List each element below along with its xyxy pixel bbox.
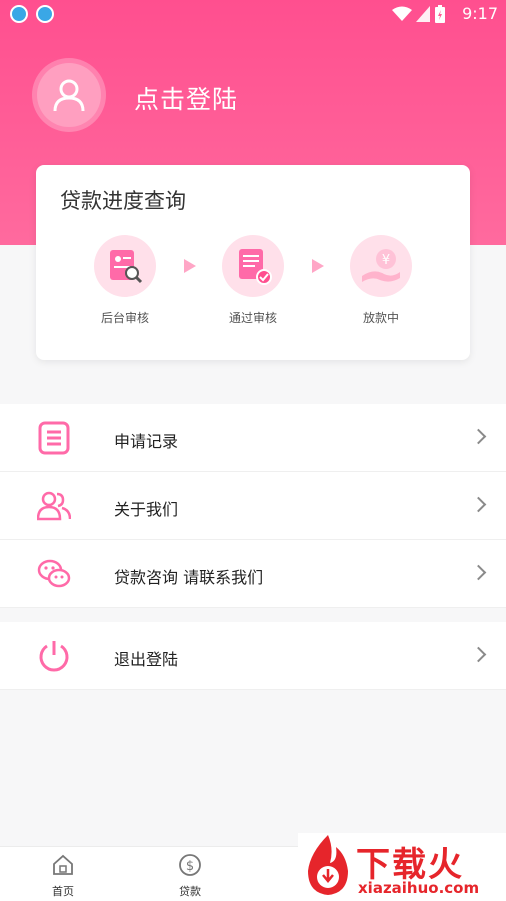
- arrow-icon: [184, 259, 196, 273]
- notification-app-icon: [36, 5, 54, 23]
- menu-item-label: 申请记录: [114, 432, 179, 451]
- wifi-icon: [392, 6, 412, 21]
- svg-text:$: $: [186, 859, 194, 874]
- step-approved: 通过审核: [208, 235, 298, 326]
- chevron-right-icon: [470, 646, 487, 663]
- yuan-hand-icon: ¥: [362, 249, 400, 282]
- list-document-icon: [38, 421, 70, 455]
- menu-item-label: 关于我们: [114, 500, 179, 519]
- step-label: 通过审核: [228, 311, 277, 325]
- step-label: 放款中: [362, 311, 399, 325]
- signal-icon: [416, 6, 430, 22]
- card-title: 贷款进度查询: [60, 189, 186, 213]
- menu-item-loan-consult[interactable]: 贷款咨询 请联系我们: [0, 540, 506, 608]
- power-icon: [39, 641, 69, 672]
- menu-group: 申请记录 关于我们 贷款咨询 请联系我们: [0, 404, 506, 608]
- watermark: 下载火 xiazaihuo.com: [298, 833, 506, 901]
- step-review: 后台审核: [80, 235, 170, 326]
- tab-label: 首页: [52, 885, 74, 898]
- login-link[interactable]: 点击登陆: [134, 80, 238, 116]
- avatar[interactable]: [32, 58, 106, 132]
- tab-home[interactable]: 首页: [33, 853, 93, 899]
- status-bar: 9:17: [0, 0, 506, 28]
- menu-item-label: 退出登陆: [114, 650, 179, 669]
- notification-app-icon: [10, 5, 28, 23]
- svg-text:¥: ¥: [382, 253, 390, 268]
- tab-label: 贷款: [179, 885, 201, 898]
- clock: 9:17: [462, 4, 498, 23]
- menu-group-logout: 退出登陆: [0, 622, 506, 690]
- chevron-right-icon: [470, 564, 487, 581]
- step-disbursing: ¥ 放款中: [336, 235, 426, 326]
- home-icon: [53, 854, 73, 875]
- document-approved-icon: [239, 249, 272, 285]
- user-icon: [53, 79, 85, 112]
- chevron-right-icon: [470, 428, 487, 445]
- menu-item-logout[interactable]: 退出登陆: [0, 622, 506, 690]
- arrow-icon: [312, 259, 324, 273]
- chevron-right-icon: [470, 496, 487, 513]
- menu-item-label: 贷款咨询 请联系我们: [114, 568, 264, 587]
- battery-icon: [435, 5, 445, 23]
- menu-item-about-us[interactable]: 关于我们: [0, 472, 506, 540]
- dollar-circle-icon: $: [179, 854, 201, 876]
- loan-progress-card: 贷款进度查询 后台审核 通过审核 ¥ 放款中: [36, 165, 470, 360]
- status-icons: [392, 5, 446, 23]
- wechat-icon: [37, 559, 71, 588]
- flame-logo-icon: [308, 835, 348, 895]
- tab-loan[interactable]: $ 贷款: [160, 853, 220, 899]
- menu-item-application-records[interactable]: 申请记录: [0, 404, 506, 472]
- watermark-url: xiazaihuo.com: [358, 879, 480, 897]
- step-label: 后台审核: [100, 311, 149, 325]
- id-card-search-icon: [110, 250, 143, 284]
- users-icon: [37, 491, 71, 521]
